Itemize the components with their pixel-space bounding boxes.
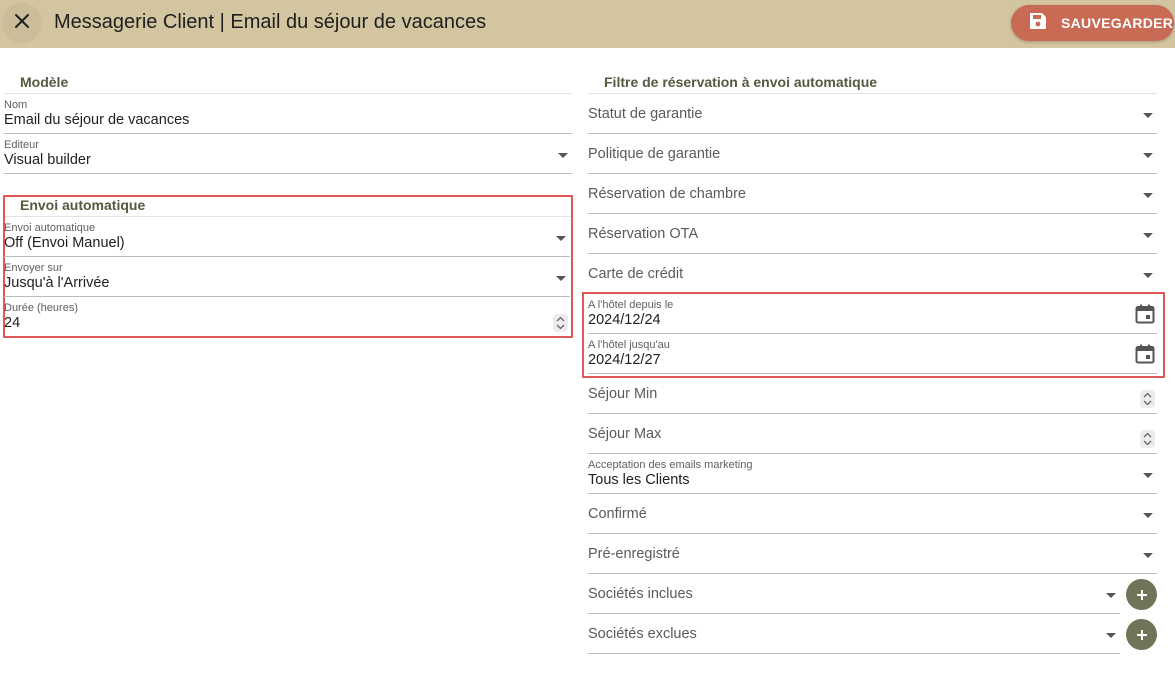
send-on-label: Envoyer sur	[4, 262, 63, 274]
chevron-down-icon	[1143, 513, 1153, 518]
hotel-until-label: A l'hôtel jusqu'au	[588, 339, 670, 351]
chevron-down-icon	[1143, 553, 1153, 558]
send-on-select[interactable]: Envoyer sur Jusqu'à l'Arrivée	[4, 257, 570, 297]
duration-input[interactable]: Durée (heures) 24	[4, 297, 570, 335]
preregistered-select[interactable]: Pré-enregistré	[588, 534, 1157, 574]
hotel-from-date-field[interactable]: A l'hôtel depuis le 2024/12/24	[588, 294, 1157, 334]
auto-send-select[interactable]: Envoi automatique Off (Envoi Manuel)	[4, 217, 570, 257]
room-reservation-label: Réservation de chambre	[588, 186, 746, 202]
name-label: Nom	[4, 99, 28, 111]
app-bar: Messagerie Client | Email du séjour de v…	[0, 0, 1175, 48]
companies-included-label: Sociétés inclues	[588, 586, 693, 602]
auto-send-section-title: Envoi automatique	[20, 197, 146, 213]
companies-excluded-label: Sociétés exclues	[588, 626, 697, 642]
duration-label: Durée (heures)	[4, 302, 78, 314]
guarantee-status-select[interactable]: Statut de garantie	[588, 94, 1157, 134]
duration-value: 24	[4, 315, 21, 331]
marketing-label: Acceptation des emails marketing	[588, 459, 753, 471]
companies-included-select[interactable]: Sociétés inclues	[588, 574, 1120, 614]
confirmed-label: Confirmé	[588, 506, 647, 522]
page-title: Messagerie Client | Email du séjour de v…	[54, 11, 487, 33]
close-button[interactable]	[2, 3, 42, 43]
calendar-icon[interactable]	[1135, 344, 1155, 369]
chevron-down-icon	[1143, 273, 1153, 278]
number-stepper-icon[interactable]	[1140, 430, 1155, 448]
marketing-select[interactable]: Acceptation des emails marketing Tous le…	[588, 454, 1157, 494]
chevron-down-icon	[1143, 113, 1153, 118]
number-stepper-icon[interactable]	[553, 314, 568, 332]
save-button-label: SAUVEGARDER	[1061, 15, 1174, 31]
filter-section-title: Filtre de réservation à envoi automatiqu…	[604, 74, 878, 90]
chevron-down-icon	[1143, 233, 1153, 238]
chevron-down-icon	[1143, 473, 1153, 478]
guarantee-policy-select[interactable]: Politique de garantie	[588, 134, 1157, 174]
save-button[interactable]: SAUVEGARDER	[1011, 5, 1174, 41]
chevron-down-icon	[556, 276, 566, 281]
hotel-from-label: A l'hôtel depuis le	[588, 299, 674, 311]
guarantee-policy-label: Politique de garantie	[588, 146, 721, 162]
chevron-down-icon	[556, 236, 566, 241]
plus-icon	[1136, 589, 1147, 600]
credit-card-select[interactable]: Carte de crédit	[588, 254, 1157, 292]
room-reservation-select[interactable]: Réservation de chambre	[588, 174, 1157, 214]
stay-min-input[interactable]: Séjour Min	[588, 374, 1157, 414]
model-section-title: Modèle	[20, 74, 69, 90]
companies-excluded-select[interactable]: Sociétés exclues	[588, 614, 1120, 654]
add-excluded-company-button[interactable]	[1126, 619, 1157, 650]
stay-max-label: Séjour Max	[588, 426, 662, 442]
add-included-company-button[interactable]	[1126, 579, 1157, 610]
chevron-down-icon	[1106, 593, 1116, 598]
ota-reservation-select[interactable]: Réservation OTA	[588, 214, 1157, 254]
chevron-down-icon	[1143, 193, 1153, 198]
hotel-until-value: 2024/12/27	[588, 352, 661, 368]
name-field[interactable]: Nom Email du séjour de vacances	[4, 94, 572, 134]
preregistered-label: Pré-enregistré	[588, 546, 680, 562]
name-value: Email du séjour de vacances	[4, 112, 190, 128]
hotel-until-date-field[interactable]: A l'hôtel jusqu'au 2024/12/27	[588, 334, 1157, 374]
chevron-down-icon	[1106, 633, 1116, 638]
close-icon	[14, 13, 30, 34]
chevron-down-icon	[1143, 153, 1153, 158]
editor-value: Visual builder	[4, 152, 91, 168]
marketing-value: Tous les Clients	[588, 472, 690, 488]
number-stepper-icon[interactable]	[1140, 390, 1155, 408]
plus-icon	[1136, 629, 1147, 640]
editor-select[interactable]: Editeur Visual builder	[4, 134, 572, 174]
editor-label: Editeur	[4, 139, 39, 151]
guarantee-status-label: Statut de garantie	[588, 106, 703, 122]
ota-reservation-label: Réservation OTA	[588, 226, 699, 242]
confirmed-select[interactable]: Confirmé	[588, 494, 1157, 534]
hotel-from-value: 2024/12/24	[588, 312, 661, 328]
chevron-down-icon	[558, 153, 568, 158]
credit-card-label: Carte de crédit	[588, 266, 684, 282]
auto-send-label: Envoi automatique	[4, 222, 96, 234]
stay-min-label: Séjour Min	[588, 386, 658, 402]
calendar-icon[interactable]	[1135, 304, 1155, 329]
stay-max-input[interactable]: Séjour Max	[588, 414, 1157, 454]
send-on-value: Jusqu'à l'Arrivée	[4, 275, 110, 291]
floppy-disk-icon	[1029, 12, 1047, 35]
auto-send-value: Off (Envoi Manuel)	[4, 235, 125, 251]
